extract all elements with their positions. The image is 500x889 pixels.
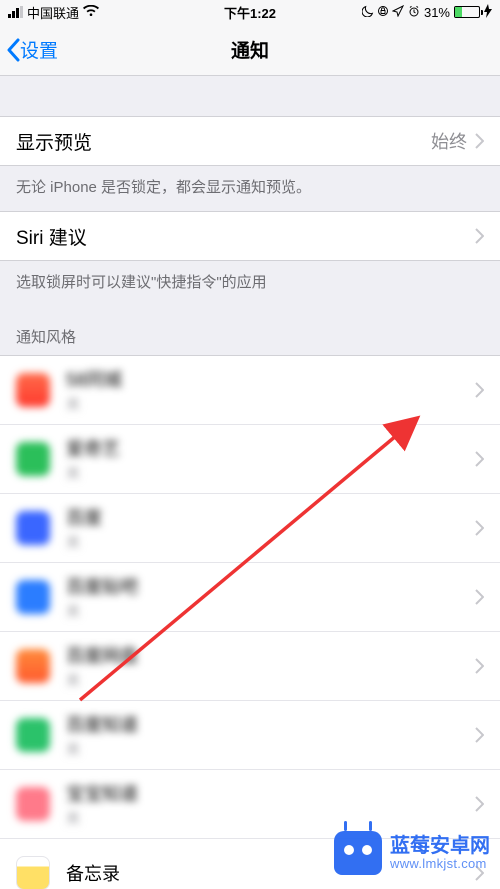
app-cell[interactable]: 百度贴吧关	[0, 563, 500, 632]
siri-label: Siri 建议	[16, 223, 87, 250]
show-preview-label: 显示预览	[16, 128, 92, 155]
chevron-right-icon	[475, 658, 484, 674]
app-name-label: 百度网盘	[66, 642, 138, 668]
charging-icon	[484, 4, 492, 21]
chevron-left-icon	[6, 38, 20, 62]
app-icon	[16, 787, 50, 821]
app-sub-label: 关	[66, 808, 138, 828]
back-label: 设置	[20, 36, 58, 63]
siri-footer: 选取锁屏时可以建议"快捷指令"的应用	[0, 261, 500, 306]
app-name-label: 爱奇艺	[66, 435, 120, 461]
app-text: 百度关	[66, 504, 102, 552]
app-icon	[16, 580, 50, 614]
app-text: 宝宝知道关	[66, 780, 138, 828]
status-left: 中国联通	[8, 3, 99, 22]
app-name-label: 宝宝知道	[66, 780, 138, 806]
watermark-robot-icon	[334, 831, 382, 875]
status-time: 下午1:22	[224, 3, 276, 22]
chevron-right-icon	[475, 727, 484, 743]
app-name-label: 58同城	[66, 366, 122, 392]
lock-icon	[378, 5, 388, 20]
show-preview-value: 始终	[431, 128, 467, 154]
app-cell[interactable]: 百度知道关	[0, 701, 500, 770]
notification-style-header: 通知风格	[0, 306, 500, 355]
app-cell[interactable]: 58同城关	[0, 355, 500, 425]
chevron-right-icon	[475, 589, 484, 605]
app-cell[interactable]: 宝宝知道关	[0, 770, 500, 839]
app-name-label: 百度	[66, 504, 102, 530]
app-text: 备忘录	[66, 860, 120, 886]
app-icon	[16, 856, 50, 889]
battery-pct: 31%	[424, 5, 450, 20]
app-name-label: 备忘录	[66, 860, 120, 886]
app-icon	[16, 511, 50, 545]
status-bar: 中国联通 下午1:22 31%	[0, 0, 500, 24]
app-cell[interactable]: 百度关	[0, 494, 500, 563]
app-text: 百度网盘关	[66, 642, 138, 690]
app-sub-label: 关	[66, 394, 122, 414]
watermark: 蓝莓安卓网 www.lmkjst.com	[334, 831, 490, 875]
app-sub-label: 关	[66, 670, 138, 690]
back-button[interactable]: 设置	[6, 36, 58, 63]
moon-icon	[362, 5, 374, 20]
app-text: 爱奇艺关	[66, 435, 120, 483]
page-title: 通知	[231, 36, 269, 63]
app-sub-label: 关	[66, 532, 102, 552]
chevron-right-icon	[475, 451, 484, 467]
carrier-label: 中国联通	[27, 3, 79, 22]
app-sub-label: 关	[66, 463, 120, 483]
app-text: 百度贴吧关	[66, 573, 138, 621]
status-right: 31%	[362, 4, 492, 21]
app-cell[interactable]: 百度网盘关	[0, 632, 500, 701]
app-sub-label: 关	[66, 601, 138, 621]
chevron-right-icon	[475, 796, 484, 812]
app-sub-label: 关	[66, 739, 138, 759]
app-icon	[16, 442, 50, 476]
show-preview-cell[interactable]: 显示预览 始终	[0, 116, 500, 166]
app-name-label: 百度贴吧	[66, 573, 138, 599]
app-icon	[16, 649, 50, 683]
location-icon	[392, 5, 404, 20]
chevron-right-icon	[475, 133, 484, 149]
nav-bar: 设置 通知	[0, 24, 500, 76]
chevron-right-icon	[475, 382, 484, 398]
wifi-icon	[83, 5, 99, 20]
signal-icon	[8, 6, 23, 18]
app-text: 百度知道关	[66, 711, 138, 759]
chevron-right-icon	[475, 520, 484, 536]
app-name-label: 百度知道	[66, 711, 138, 737]
chevron-right-icon	[475, 228, 484, 244]
app-list: 58同城关爱奇艺关百度关百度贴吧关百度网盘关百度知道关宝宝知道关备忘录	[0, 355, 500, 889]
preview-footer: 无论 iPhone 是否锁定，都会显示通知预览。	[0, 166, 500, 211]
siri-suggestions-cell[interactable]: Siri 建议	[0, 211, 500, 261]
app-icon	[16, 718, 50, 752]
watermark-title: 蓝莓安卓网	[390, 835, 490, 857]
app-text: 58同城关	[66, 366, 122, 414]
app-cell[interactable]: 爱奇艺关	[0, 425, 500, 494]
watermark-url: www.lmkjst.com	[390, 857, 490, 871]
alarm-icon	[408, 5, 420, 20]
app-icon	[16, 373, 50, 407]
battery-icon	[454, 6, 480, 18]
